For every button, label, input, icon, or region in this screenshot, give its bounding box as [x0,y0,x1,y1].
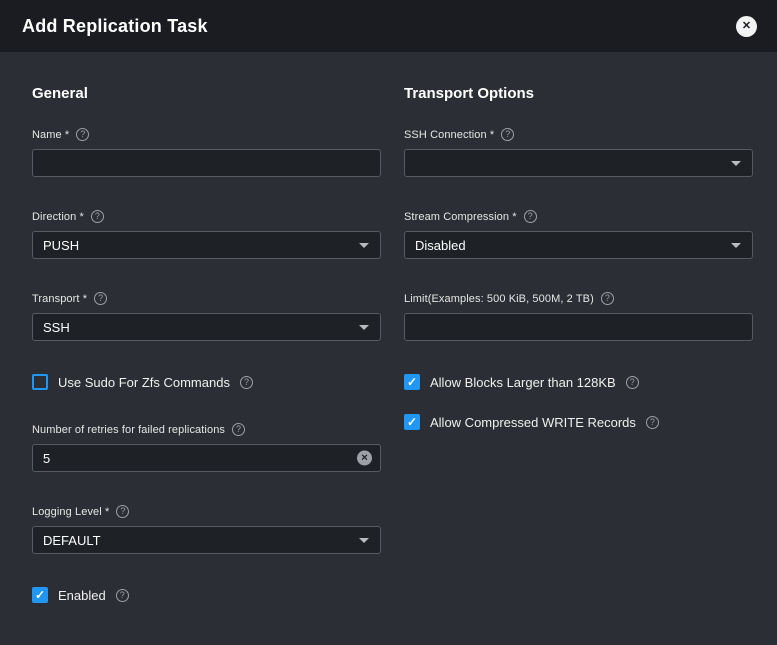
ssh-connection-label: SSH Connection * [404,129,494,141]
transport-options-column: Transport Options SSH Connection * ? Str… [404,52,753,636]
retries-input[interactable] [32,444,381,472]
help-icon[interactable]: ? [116,505,129,518]
check-icon: ✓ [407,416,417,428]
sudo-checkbox[interactable]: ✓ [32,374,48,390]
check-icon: ✓ [407,376,417,388]
sudo-checkbox-row[interactable]: ✓ Use Sudo For Zfs Commands ? [32,374,381,390]
dialog-body: General Name * ? Direction * ? PUSH Tran… [0,52,777,636]
dialog-title: Add Replication Task [22,16,208,37]
chevron-down-icon [731,243,741,248]
enabled-checkbox-row[interactable]: ✓ Enabled ? [32,587,381,603]
general-heading: General [32,85,381,102]
help-icon[interactable]: ? [116,589,129,602]
logging-label-row: Logging Level * ? [32,505,381,518]
logging-select[interactable]: DEFAULT [32,526,381,554]
help-icon[interactable]: ? [232,423,245,436]
clear-glyph: ✕ [361,454,369,463]
name-label: Name * [32,129,69,141]
limit-input[interactable] [404,313,753,341]
compressed-write-checkbox-label: Allow Compressed WRITE Records [430,415,636,430]
retries-input-wrap: ✕ [32,444,381,472]
help-icon[interactable]: ? [646,416,659,429]
direction-select-value: PUSH [43,238,79,253]
name-input[interactable] [32,149,381,177]
transport-options-heading: Transport Options [404,85,753,102]
help-icon[interactable]: ? [601,292,614,305]
help-icon[interactable]: ? [94,292,107,305]
large-blocks-checkbox[interactable]: ✓ [404,374,420,390]
direction-field-group: Direction * ? PUSH [32,210,381,259]
large-blocks-checkbox-row[interactable]: ✓ Allow Blocks Larger than 128KB ? [404,374,753,390]
general-column: General Name * ? Direction * ? PUSH Tran… [32,52,381,636]
retries-field-group: Number of retries for failed replication… [32,423,381,472]
help-icon[interactable]: ? [91,210,104,223]
enabled-checkbox-label: Enabled [58,588,106,603]
limit-field-group: Limit(Examples: 500 KiB, 500M, 2 TB) ? [404,292,753,341]
enabled-checkbox[interactable]: ✓ [32,587,48,603]
limit-label-row: Limit(Examples: 500 KiB, 500M, 2 TB) ? [404,292,753,305]
transport-label: Transport * [32,293,87,305]
stream-compression-select-value: Disabled [415,238,466,253]
chevron-down-icon [731,161,741,166]
name-field-group: Name * ? [32,128,381,177]
close-glyph: ✕ [742,21,751,32]
retries-label: Number of retries for failed replication… [32,424,225,436]
check-icon: ✓ [35,589,45,601]
help-icon[interactable]: ? [501,128,514,141]
ssh-connection-label-row: SSH Connection * ? [404,128,753,141]
logging-label: Logging Level * [32,506,109,518]
stream-compression-field-group: Stream Compression * ? Disabled [404,210,753,259]
direction-label-row: Direction * ? [32,210,381,223]
stream-compression-label-row: Stream Compression * ? [404,210,753,223]
compressed-write-checkbox-row[interactable]: ✓ Allow Compressed WRITE Records ? [404,414,753,430]
name-label-row: Name * ? [32,128,381,141]
chevron-down-icon [359,243,369,248]
stream-compression-select[interactable]: Disabled [404,231,753,259]
clear-icon[interactable]: ✕ [357,451,372,466]
close-icon[interactable]: ✕ [736,16,757,37]
dialog-header: Add Replication Task ✕ [0,0,777,52]
help-icon[interactable]: ? [76,128,89,141]
transport-select-value: SSH [43,320,70,335]
transport-label-row: Transport * ? [32,292,381,305]
help-icon[interactable]: ? [240,376,253,389]
help-icon[interactable]: ? [524,210,537,223]
transport-select[interactable]: SSH [32,313,381,341]
direction-label: Direction * [32,211,84,223]
stream-compression-label: Stream Compression * [404,211,517,223]
help-icon[interactable]: ? [626,376,639,389]
transport-field-group: Transport * ? SSH [32,292,381,341]
large-blocks-checkbox-label: Allow Blocks Larger than 128KB [430,375,616,390]
sudo-checkbox-label: Use Sudo For Zfs Commands [58,375,230,390]
chevron-down-icon [359,538,369,543]
direction-select[interactable]: PUSH [32,231,381,259]
ssh-connection-field-group: SSH Connection * ? [404,128,753,177]
retries-label-row: Number of retries for failed replication… [32,423,381,436]
logging-select-value: DEFAULT [43,533,101,548]
chevron-down-icon [359,325,369,330]
logging-field-group: Logging Level * ? DEFAULT [32,505,381,554]
limit-label: Limit(Examples: 500 KiB, 500M, 2 TB) [404,293,594,305]
compressed-write-checkbox[interactable]: ✓ [404,414,420,430]
ssh-connection-select[interactable] [404,149,753,177]
